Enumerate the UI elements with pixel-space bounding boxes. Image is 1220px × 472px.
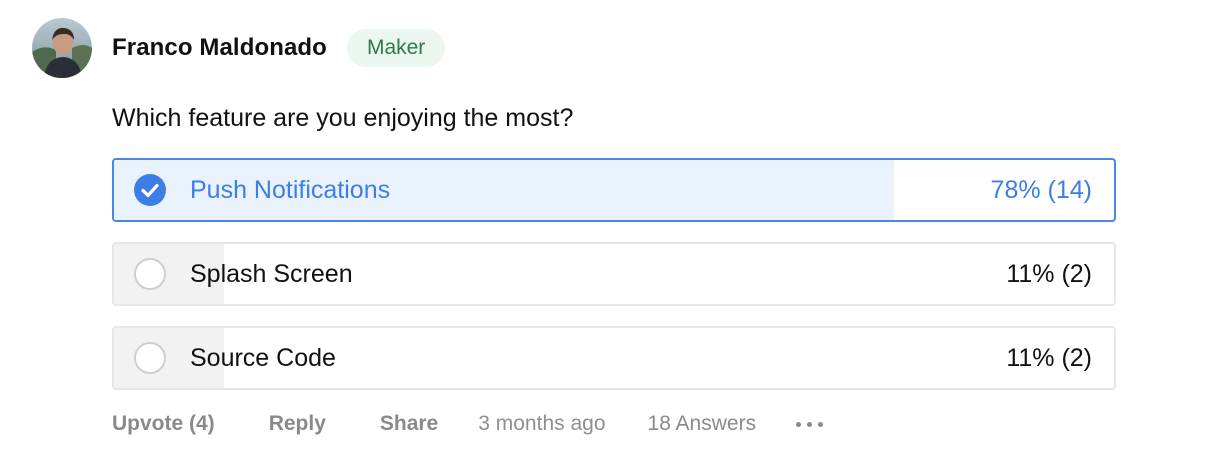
radio-circle-icon <box>134 342 166 374</box>
poll-option-result: 78% (14) <box>990 176 1092 204</box>
poll-option-label: Source Code <box>190 344 336 372</box>
avatar[interactable] <box>32 18 92 78</box>
poll-option-source-code[interactable]: Source Code 11% (2) <box>112 326 1116 390</box>
poll-option-label: Push Notifications <box>190 176 391 204</box>
share-button[interactable]: Share <box>380 412 438 436</box>
post-timestamp: 3 months ago <box>478 412 606 435</box>
poll-option-label: Splash Screen <box>190 260 353 288</box>
reply-button[interactable]: Reply <box>269 412 326 436</box>
more-options-icon[interactable] <box>796 414 824 434</box>
poll-option-result: 11% (2) <box>1006 260 1092 288</box>
radio-circle-icon <box>134 258 166 290</box>
post-header: Franco Maldonado Maker <box>32 18 446 78</box>
poll-options: Push Notifications 78% (14) Splash Scree… <box>112 158 1116 410</box>
author-name[interactable]: Franco Maldonado <box>112 34 327 62</box>
poll-question: Which feature are you enjoying the most? <box>112 104 574 132</box>
avatar-image <box>32 18 92 78</box>
poll-option-splash-screen[interactable]: Splash Screen 11% (2) <box>112 242 1116 306</box>
post-footer: Upvote (4) Reply Share 3 months ago 18 A… <box>112 412 824 436</box>
upvote-button[interactable]: Upvote (4) <box>112 412 215 436</box>
maker-badge: Maker <box>346 29 446 67</box>
poll-option-push-notifications[interactable]: Push Notifications 78% (14) <box>112 158 1116 222</box>
answers-count-link[interactable]: 18 Answers <box>648 412 757 436</box>
poll-option-result: 11% (2) <box>1006 344 1092 372</box>
check-circle-icon <box>134 174 166 206</box>
poll-post: Franco Maldonado Maker Which feature are… <box>0 0 1220 472</box>
